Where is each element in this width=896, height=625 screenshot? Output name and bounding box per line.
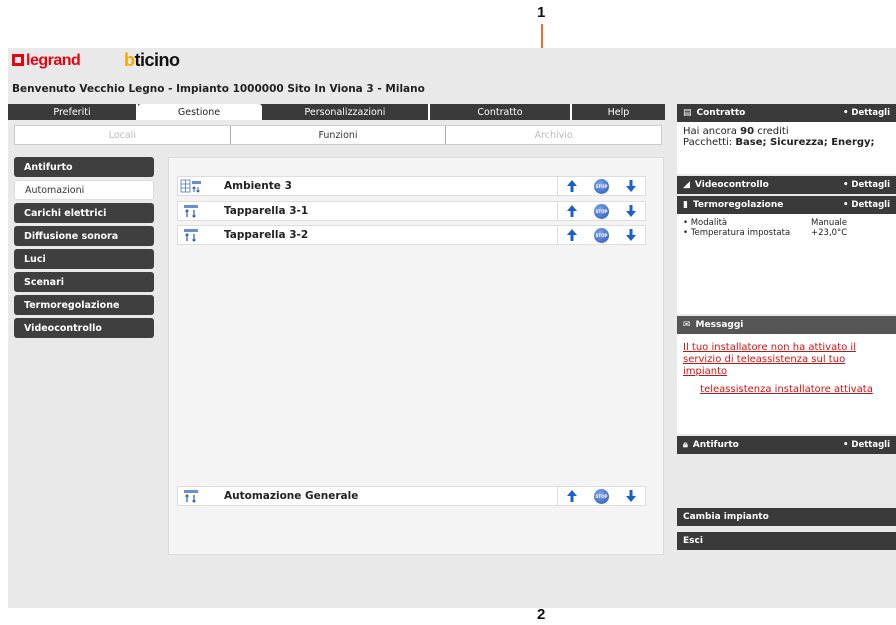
general-controls: STOP	[557, 487, 645, 505]
general-automation-label: Automazione Generale	[224, 490, 359, 502]
down-arrow-icon[interactable]	[625, 489, 637, 503]
device-row: Ambiente 3 STOP	[177, 176, 646, 196]
credits-text: Hai ancora 90 crediti	[683, 126, 789, 137]
right-sidebar: ▤ Contratto • Dettagli Hai ancora 90 cred…	[677, 104, 896, 550]
contract-icon: ▤	[683, 108, 692, 118]
termo-row: • Temperatura impostata +23,0°C	[683, 228, 848, 238]
tab-contratto[interactable]: Contratto	[430, 104, 572, 120]
sub-tabs: Locali Funzioni Archivio	[14, 125, 662, 145]
termo-details-link[interactable]: • Dettagli	[843, 200, 890, 210]
device-controls: STOP	[557, 177, 645, 195]
tab-gestione[interactable]: Gestione	[138, 104, 262, 120]
subtab-archivio[interactable]: Archivio	[446, 126, 661, 144]
menu-videocontrollo[interactable]: Videocontrollo	[14, 318, 154, 338]
device-row: Tapparella 3-1 STOP	[177, 201, 646, 221]
termo-panel: • Modalità Manuale • Temperatura impostat…	[677, 214, 896, 314]
termo-header: ▮ Termoregolazione • Dettagli	[677, 196, 896, 214]
menu-termoregolazione[interactable]: Termoregolazione	[14, 295, 154, 315]
video-details-link[interactable]: • Dettagli	[843, 180, 890, 190]
tab-preferiti[interactable]: Preferiti	[8, 104, 138, 120]
exit-button[interactable]: Esci	[677, 532, 896, 550]
menu-luci[interactable]: Luci	[14, 249, 154, 269]
menu-automazioni[interactable]: Automazioni	[14, 180, 154, 200]
device-row: Tapparella 3-2 STOP	[177, 225, 646, 245]
messages-header: ✉ Messaggi	[677, 316, 896, 334]
down-arrow-icon[interactable]	[625, 228, 637, 242]
up-arrow-icon[interactable]	[566, 179, 578, 193]
down-arrow-icon[interactable]	[625, 179, 637, 193]
menu-diffusione-sonora[interactable]: Diffusione sonora	[14, 226, 154, 246]
contract-header: ▤ Contratto • Dettagli	[677, 104, 896, 122]
camera-icon: ◢	[683, 180, 690, 190]
function-menu: Antifurto Automazioni Carichi elettrici …	[14, 157, 154, 341]
legrand-logo: legrand	[12, 52, 81, 70]
welcome-text: Benvenuto Vecchio Legno - Impianto 10000…	[12, 83, 425, 95]
lock-icon: 🔒︎	[683, 440, 688, 450]
message-link[interactable]: teleassistenza installatore attivata	[683, 384, 890, 396]
menu-antifurto[interactable]: Antifurto	[14, 157, 154, 177]
menu-carichi-elettrici[interactable]: Carichi elettrici	[14, 203, 154, 223]
termo-row: • Modalità Manuale	[683, 218, 848, 228]
contract-details-link[interactable]: • Dettagli	[843, 108, 890, 118]
device-controls: STOP	[557, 202, 645, 220]
packages-text: Pacchetti: Base; Sicurezza; Energy;	[683, 137, 875, 148]
stop-button[interactable]: STOP	[594, 227, 609, 243]
blind-icon	[178, 202, 204, 220]
antifurto-header: 🔒︎ Antifurto • Dettagli	[677, 436, 896, 454]
envelope-icon: ✉	[683, 320, 691, 330]
down-arrow-icon[interactable]	[625, 204, 637, 218]
video-header: ◢ Videocontrollo • Dettagli	[677, 176, 896, 194]
change-plant-button[interactable]: Cambia impianto	[677, 508, 896, 526]
device-label: Tapparella 3-2	[224, 229, 309, 241]
up-arrow-icon[interactable]	[566, 228, 578, 242]
stop-button[interactable]: STOP	[594, 203, 609, 219]
device-label: Tapparella 3-1	[224, 205, 309, 217]
menu-scenari[interactable]: Scenari	[14, 272, 154, 292]
main-tabs: Preferiti Gestione Personalizzazioni Con…	[8, 104, 665, 120]
messages-panel: Il tuo installatore non ha attivato il s…	[677, 334, 896, 434]
stop-button[interactable]: STOP	[594, 488, 609, 504]
automation-content: Ambiente 3 STOP Tapparella 3-1 STOP Tapp…	[168, 157, 664, 555]
stop-button[interactable]: STOP	[594, 178, 609, 194]
blind-icon	[178, 226, 204, 244]
subtab-funzioni[interactable]: Funzioni	[231, 126, 447, 144]
device-controls: STOP	[557, 226, 645, 244]
antifurto-details-link[interactable]: • Dettagli	[843, 440, 890, 450]
room-blinds-icon	[178, 177, 204, 195]
callout-1: 1	[537, 4, 546, 21]
subtab-locali[interactable]: Locali	[15, 126, 231, 144]
tab-help[interactable]: Help	[572, 104, 665, 120]
device-label: Ambiente 3	[224, 180, 292, 192]
general-automation-row: Automazione Generale STOP	[177, 486, 646, 506]
up-arrow-icon[interactable]	[566, 204, 578, 218]
up-arrow-icon[interactable]	[566, 489, 578, 503]
bticino-logo: bticino	[124, 50, 180, 70]
thermometer-icon: ▮	[683, 200, 688, 210]
message-link[interactable]: Il tuo installatore non ha attivato il s…	[683, 342, 890, 378]
contract-panel: Hai ancora 90 crediti Pacchetti: Base; S…	[677, 122, 896, 174]
blind-icon	[178, 487, 204, 505]
tab-personalizzazioni[interactable]: Personalizzazioni	[262, 104, 430, 120]
callout-2: 2	[537, 606, 546, 623]
